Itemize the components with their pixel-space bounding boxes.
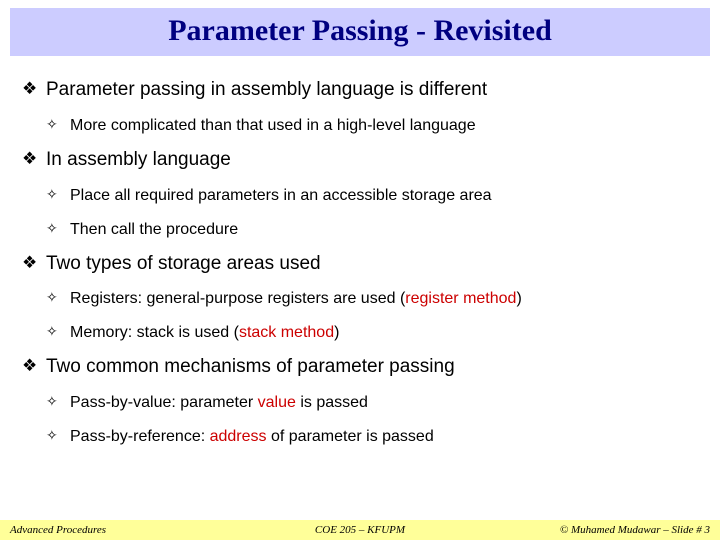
diamond-icon: ❖ — [22, 148, 37, 169]
bullet-text: Memory: stack is used ( — [70, 324, 239, 341]
bullet-text: More complicated than that used in a hig… — [70, 117, 476, 134]
bullet-l1: ❖ Two types of storage areas used — [22, 252, 698, 276]
bullet-text: Pass-by-value: parameter — [70, 394, 258, 411]
highlight-text: value — [258, 394, 296, 411]
bullet-l2: ✧ More complicated than that used in a h… — [46, 116, 698, 136]
highlight-text: address — [210, 428, 267, 445]
bullet-l2: ✧ Pass-by-value: parameter value is pass… — [46, 393, 698, 413]
bullet-l1: ❖ Two common mechanisms of parameter pas… — [22, 355, 698, 379]
diamond-open-icon: ✧ — [46, 323, 58, 341]
diamond-open-icon: ✧ — [46, 289, 58, 307]
bullet-text: is passed — [296, 394, 368, 411]
diamond-icon: ❖ — [22, 355, 37, 376]
diamond-open-icon: ✧ — [46, 393, 58, 411]
highlight-text: stack method — [239, 324, 334, 341]
diamond-open-icon: ✧ — [46, 186, 58, 204]
bullet-l2: ✧ Then call the procedure — [46, 220, 698, 240]
bullet-text: ) — [334, 324, 339, 341]
slide-title: Parameter Passing - Revisited — [10, 14, 710, 48]
bullet-text: Two common mechanisms of parameter passi… — [46, 356, 455, 377]
bullet-text: Then call the procedure — [70, 221, 238, 238]
diamond-icon: ❖ — [22, 252, 37, 273]
title-bar: Parameter Passing - Revisited — [10, 8, 710, 56]
bullet-text: Registers: general-purpose registers are… — [70, 290, 405, 307]
diamond-open-icon: ✧ — [46, 427, 58, 445]
bullet-l2: ✧ Pass-by-reference: address of paramete… — [46, 427, 698, 447]
bullet-text: Two types of storage areas used — [46, 253, 321, 274]
bullet-text: ) — [516, 290, 521, 307]
bullet-l2: ✧ Memory: stack is used (stack method) — [46, 323, 698, 343]
diamond-icon: ❖ — [22, 78, 37, 99]
bullet-l2: ✧ Registers: general-purpose registers a… — [46, 289, 698, 309]
bullet-l1: ❖ Parameter passing in assembly language… — [22, 78, 698, 102]
footer-right: © Muhamed Mudawar – Slide # 3 — [560, 524, 710, 536]
bullet-text: Place all required parameters in an acce… — [70, 187, 492, 204]
slide-content: ❖ Parameter passing in assembly language… — [0, 56, 720, 447]
highlight-text: register method — [405, 290, 516, 307]
bullet-text: Pass-by-reference: — [70, 428, 210, 445]
bullet-text: of parameter is passed — [267, 428, 434, 445]
footer-left: Advanced Procedures — [10, 524, 106, 536]
diamond-open-icon: ✧ — [46, 220, 58, 238]
bullet-text: Parameter passing in assembly language i… — [46, 79, 487, 100]
slide-footer: Advanced Procedures COE 205 – KFUPM © Mu… — [0, 520, 720, 540]
bullet-l1: ❖ In assembly language — [22, 148, 698, 172]
bullet-l2: ✧ Place all required parameters in an ac… — [46, 186, 698, 206]
bullet-text: In assembly language — [46, 149, 231, 170]
diamond-open-icon: ✧ — [46, 116, 58, 134]
